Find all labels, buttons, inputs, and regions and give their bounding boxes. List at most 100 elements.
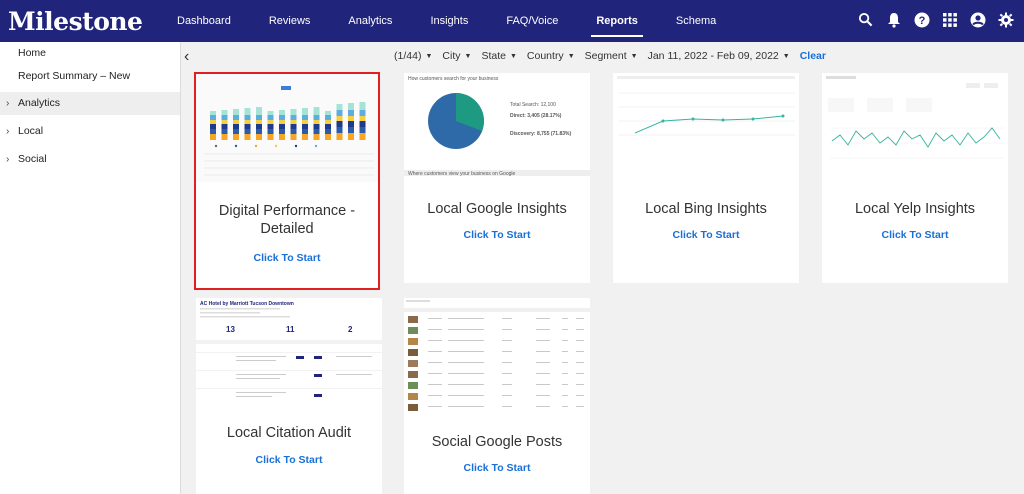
thumbnail-bar-segment — [348, 121, 354, 127]
chevron-right-icon: › — [6, 126, 10, 137]
table-cell-line — [428, 351, 442, 352]
table-cell-line — [448, 318, 484, 319]
nav-schema[interactable]: Schema — [657, 0, 735, 42]
discovery-search-text: Discovery: 8,755 (71.83%) — [510, 131, 572, 137]
report-card-local-bing-insights[interactable]: Local Bing Insights Click To Start — [613, 73, 799, 283]
table-cell-line — [502, 329, 512, 330]
milestone-logo[interactable]: Milestone — [8, 7, 158, 36]
sidebar: Home Report Summary – New › Analytics › … — [0, 42, 181, 494]
city-label: City — [442, 50, 461, 62]
collapse-sidebar-button[interactable]: ‹ — [184, 48, 196, 66]
thumbnail-bar-segment — [336, 110, 343, 116]
click-to-start-link[interactable]: Click To Start — [404, 462, 590, 474]
table-cell-line — [576, 384, 584, 385]
table-cell-line — [428, 384, 442, 385]
click-to-start-link[interactable]: Click To Start — [196, 252, 378, 264]
table-cell-line — [562, 362, 568, 363]
nav-reviews[interactable]: Reviews — [250, 0, 330, 42]
thumbnail-bar-segment — [302, 120, 308, 124]
table-cell-line — [536, 318, 550, 319]
thumbnail-bar-segment — [279, 110, 285, 115]
location-dropdown[interactable]: (1/44) ▼ — [394, 50, 432, 62]
table-cell-line — [562, 373, 568, 374]
thumbnail-bar-segment — [244, 115, 251, 120]
thumbnail-bar-segment — [233, 120, 239, 124]
sidebar-item-report-summary[interactable]: Report Summary – New — [0, 65, 180, 88]
city-dropdown[interactable]: City ▼ — [442, 50, 471, 62]
grid-icon[interactable] — [941, 11, 958, 28]
thumbnail-bar-segment — [233, 134, 239, 140]
post-image — [408, 371, 418, 378]
report-thumbnail: How customers search for your business T… — [404, 73, 590, 185]
state-dropdown[interactable]: State ▼ — [481, 50, 516, 62]
table-cell-line — [562, 395, 568, 396]
sidebar-item-home[interactable]: Home — [0, 42, 180, 65]
report-title: Local Yelp Insights — [854, 201, 976, 217]
nav-dashboard[interactable]: Dashboard — [158, 0, 250, 42]
table-cell-line — [536, 362, 550, 363]
thumbnail-bar-segment — [336, 116, 343, 121]
nav-reports[interactable]: Reports — [577, 0, 657, 42]
thumbnail-bar-segment — [302, 134, 308, 140]
date-range-value: Jan 11, 2022 - Feb 09, 2022 — [647, 50, 779, 62]
thumbnail-bar-segment — [244, 108, 251, 115]
sidebar-item-label: Analytics — [18, 97, 61, 109]
thumbnail-bar-segment — [302, 124, 308, 129]
nav-analytics[interactable]: Analytics — [329, 0, 411, 42]
thumbnail-bar-segment — [244, 124, 251, 129]
table-cell-line — [536, 351, 550, 352]
nav-faq-voice[interactable]: FAQ/Voice — [487, 0, 577, 42]
country-dropdown[interactable]: Country ▼ — [527, 50, 575, 62]
table-cell-line — [536, 406, 550, 407]
table-thumbnail — [404, 300, 590, 411]
sidebar-item-label: Social — [18, 153, 47, 165]
thumbnail-bar-segment — [290, 109, 297, 115]
thumbnail-bar-segment — [210, 115, 216, 120]
date-range-picker[interactable]: Jan 11, 2022 - Feb 09, 2022 ▼ — [648, 50, 790, 62]
report-card-social-google-posts[interactable]: Social Google Posts Click To Start — [404, 298, 590, 494]
report-card-local-citation-audit[interactable]: AC Hotel by Marriott Tucson Downtown 13 … — [196, 298, 382, 494]
thumbnail-bar-segment — [221, 120, 228, 124]
chevron-right-icon: › — [6, 98, 10, 109]
click-to-start-link[interactable]: Click To Start — [822, 229, 1008, 241]
segment-dropdown[interactable]: Segment ▼ — [585, 50, 638, 62]
report-card-local-yelp-insights[interactable]: Local Yelp Insights Click To Start — [822, 73, 1008, 283]
pie-chart-thumbnail — [404, 93, 590, 176]
thumbnail-bar-segment — [336, 133, 343, 140]
thumbnail-bar-segment — [267, 111, 274, 115]
clear-filters-link[interactable]: Clear — [800, 50, 826, 62]
click-to-start-link[interactable]: Click To Start — [404, 229, 590, 241]
report-card-digital-performance[interactable]: Digital Performance - Detailed Click To … — [194, 72, 380, 290]
table-cell-line — [576, 351, 584, 352]
thumbnail-bar-segment — [336, 104, 343, 110]
sidebar-item-label: Home — [18, 47, 47, 59]
click-to-start-link[interactable]: Click To Start — [613, 229, 799, 241]
thumbnail-bar-segment — [290, 120, 297, 124]
thumbnail-bar-segment — [302, 108, 308, 115]
click-to-start-link[interactable]: Click To Start — [196, 454, 382, 466]
sidebar-item-label: Local — [18, 125, 44, 137]
sidebar-item-social[interactable]: › Social — [0, 148, 180, 171]
table-cell-line — [502, 351, 512, 352]
table-cell-line — [576, 395, 584, 396]
sidebar-item-analytics[interactable]: › Analytics — [0, 92, 180, 115]
help-icon[interactable]: ? — [913, 11, 930, 28]
sidebar-item-local[interactable]: › Local — [0, 120, 180, 143]
account-icon[interactable] — [969, 11, 986, 28]
thumbnail-bar-segment — [279, 115, 285, 120]
thumbnail-bar-segment — [210, 134, 216, 140]
nav-insights[interactable]: Insights — [411, 0, 487, 42]
thumbnail-bar-segment — [336, 121, 343, 127]
table-cell-line — [536, 340, 550, 341]
thumbnail-bar-segment — [244, 134, 251, 140]
gear-icon[interactable] — [997, 11, 1014, 28]
thumbnail-bar-segment — [313, 129, 320, 134]
bell-icon[interactable] — [885, 11, 902, 28]
thumbnail-bar-segment — [221, 129, 228, 134]
report-title: Local Citation Audit — [226, 425, 352, 441]
thumbnail-bar-segment — [244, 120, 251, 124]
post-image — [408, 393, 418, 400]
search-icon[interactable] — [857, 11, 874, 28]
report-card-local-google-insights[interactable]: How customers search for your business T… — [404, 73, 590, 283]
thumbnail-bar-segment — [221, 115, 228, 120]
